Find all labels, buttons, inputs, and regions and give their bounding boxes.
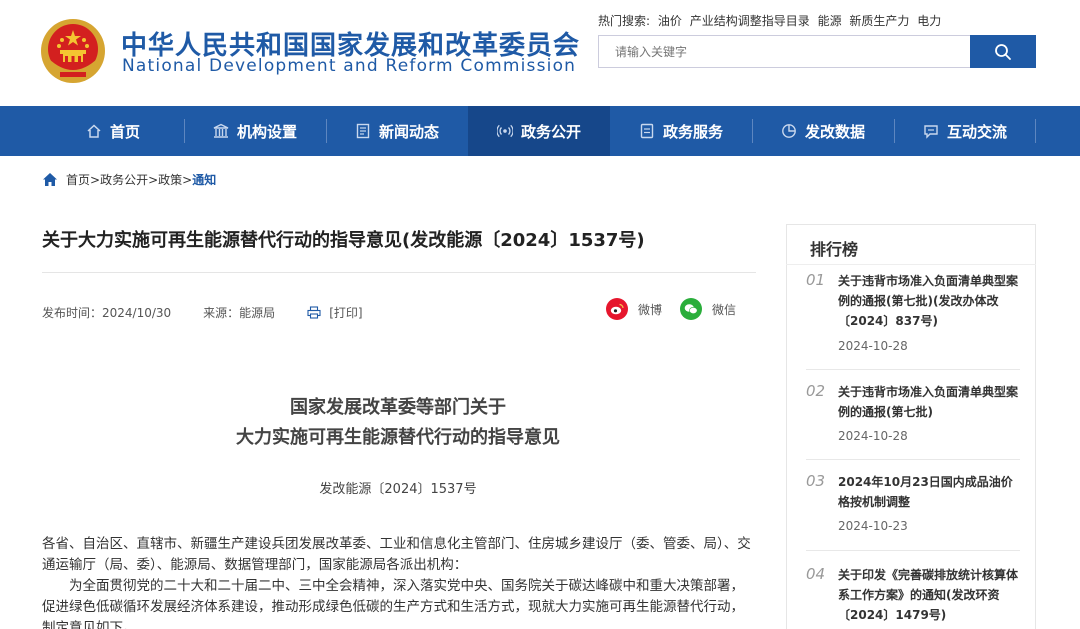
hot-search-term[interactable]: 能源 xyxy=(818,14,842,28)
breadcrumb-separator: > xyxy=(182,172,193,187)
search-box xyxy=(598,35,970,68)
printer-icon xyxy=(307,306,321,319)
breadcrumb-gov-affairs[interactable]: 政务公开 xyxy=(100,171,148,188)
article-title: 关于大力实施可再生能源替代行动的指导意见(发改能源〔2024〕1537号) xyxy=(42,230,645,251)
ranking-link[interactable]: 关于违背市场准入负面清单典型案例的通报(第七批)(发改办体改〔2024〕837号… xyxy=(838,271,1022,331)
ranking-link[interactable]: 2024年10月23日国内成品油价格按机制调整 xyxy=(838,472,1022,512)
hot-search-term[interactable]: 油价 xyxy=(658,14,682,28)
nav-item-gov-services[interactable]: 政务服务 xyxy=(610,106,752,156)
title-divider xyxy=(42,272,756,273)
nav-item-label: 发改数据 xyxy=(804,122,865,141)
breadcrumb: 首页 > 政务公开 > 政策 > 通知 xyxy=(42,171,216,188)
document-heading-line2: 大力实施可再生能源替代行动的指导意见 xyxy=(236,427,560,448)
hot-search-term[interactable]: 电力 xyxy=(917,14,941,28)
main-nav: 首页 机构设置 新闻动态 政务公开 政务服务 发改数据 互动交流 xyxy=(0,106,1080,156)
breadcrumb-home[interactable]: 首页 xyxy=(66,171,90,188)
ranking-number: 01 xyxy=(806,271,826,289)
ranking-link[interactable]: 关于印发《完善碳排放统计核算体系工作方案》的通知(发改环资〔2024〕1479号… xyxy=(838,565,1022,625)
ranking-item[interactable]: 02 关于违背市场准入负面清单典型案例的通报(第七批) 2024-10-28 xyxy=(806,382,1020,452)
ranking-divider xyxy=(806,459,1020,460)
news-icon xyxy=(356,123,370,139)
nav-divider xyxy=(1035,119,1036,143)
broadcast-icon xyxy=(496,124,513,138)
nav-item-organization[interactable]: 机构设置 xyxy=(184,106,326,156)
nav-item-label: 互动交流 xyxy=(946,122,1007,141)
ranking-item[interactable]: 04 关于印发《完善碳排放统计核算体系工作方案》的通知(发改环资〔2024〕14… xyxy=(806,565,1020,629)
breadcrumb-current[interactable]: 通知 xyxy=(192,171,216,188)
nav-item-home[interactable]: 首页 xyxy=(42,106,184,156)
share-wechat[interactable]: 微信 xyxy=(680,298,736,320)
nav-item-label: 机构设置 xyxy=(236,122,297,141)
chat-icon xyxy=(924,125,938,139)
ranking-date: 2024-10-23 xyxy=(838,519,908,533)
nav-item-interaction[interactable]: 互动交流 xyxy=(894,106,1036,156)
share-weibo-label: 微博 xyxy=(638,302,663,317)
ranking-link[interactable]: 关于违背市场准入负面清单典型案例的通报(第七批) xyxy=(838,382,1022,422)
site-title-en: National Development and Reform Commissi… xyxy=(122,56,577,76)
breadcrumb-separator: > xyxy=(148,172,159,187)
publish-date: 发布时间：2024/10/30 xyxy=(42,306,172,320)
article-source: 来源：能源局 xyxy=(203,306,276,320)
article-meta: 发布时间：2024/10/30 来源：能源局 [打印] xyxy=(42,304,363,321)
ranking-title: 排行榜 xyxy=(810,240,859,259)
nav-item-gov-affairs-open[interactable]: 政务公开 xyxy=(468,106,610,156)
document-number: 发改能源〔2024〕1537号 xyxy=(319,482,477,497)
document-icon xyxy=(640,123,654,139)
breadcrumb-policy[interactable]: 政策 xyxy=(158,171,182,188)
hot-search-label: 热门搜索: xyxy=(598,14,651,28)
share-wechat-label: 微信 xyxy=(712,302,737,317)
ranking-number: 03 xyxy=(806,472,826,490)
home-icon xyxy=(43,173,57,186)
nav-item-label: 政务公开 xyxy=(520,122,581,141)
nav-item-label: 首页 xyxy=(109,122,140,141)
site-header: 中华人民共和国国家发展和改革委员会 National Development a… xyxy=(0,0,1080,106)
home-icon xyxy=(87,124,101,138)
ranking-item[interactable]: 01 关于违背市场准入负面清单典型案例的通报(第七批)(发改办体改〔2024〕8… xyxy=(806,271,1020,361)
hot-search: 热门搜索: 油价 产业结构调整指导目录 能源 新质生产力 电力 xyxy=(598,12,945,29)
print-label: [打印] xyxy=(329,306,363,320)
breadcrumb-separator: > xyxy=(90,172,101,187)
ranking-number: 04 xyxy=(806,565,826,583)
ranking-item[interactable]: 03 2024年10月23日国内成品油价格按机制调整 2024-10-23 xyxy=(806,472,1020,542)
nav-item-label: 政务服务 xyxy=(662,122,723,141)
share-weibo[interactable]: 微博 xyxy=(606,298,662,320)
building-icon xyxy=(213,123,229,138)
print-button[interactable]: [打印] xyxy=(307,304,363,321)
ranking-divider xyxy=(806,369,1020,370)
body-paragraph-intro: 为全面贯彻党的二十大和二十届二中、三中全会精神，深入落实党中央、国务院关于碳达峰… xyxy=(42,578,744,629)
search-input[interactable] xyxy=(599,36,970,67)
search-button[interactable] xyxy=(970,35,1036,68)
ranking-divider xyxy=(806,550,1020,551)
hot-search-term[interactable]: 新质生产力 xyxy=(849,14,909,28)
search-icon xyxy=(995,43,1011,60)
pie-chart-icon xyxy=(782,124,796,138)
ranking-number: 02 xyxy=(806,382,826,400)
national-emblem-logo[interactable] xyxy=(40,18,106,84)
wechat-icon xyxy=(680,298,702,320)
nav-item-news[interactable]: 新闻动态 xyxy=(326,106,468,156)
ranking-date: 2024-10-28 xyxy=(838,429,908,443)
document-heading-line1: 国家发展改革委等部门关于 xyxy=(290,397,506,418)
weibo-icon xyxy=(606,298,628,320)
ranking-date: 2024-10-28 xyxy=(838,339,908,353)
body-paragraph-addressees: 各省、自治区、直辖市、新疆生产建设兵团发展改革委、工业和信息化主管部门、住房城乡… xyxy=(42,536,751,573)
ranking-title-divider xyxy=(786,264,1036,265)
hot-search-term[interactable]: 产业结构调整指导目录 xyxy=(690,14,810,28)
nav-item-label: 新闻动态 xyxy=(378,122,439,141)
nav-item-data[interactable]: 发改数据 xyxy=(752,106,894,156)
